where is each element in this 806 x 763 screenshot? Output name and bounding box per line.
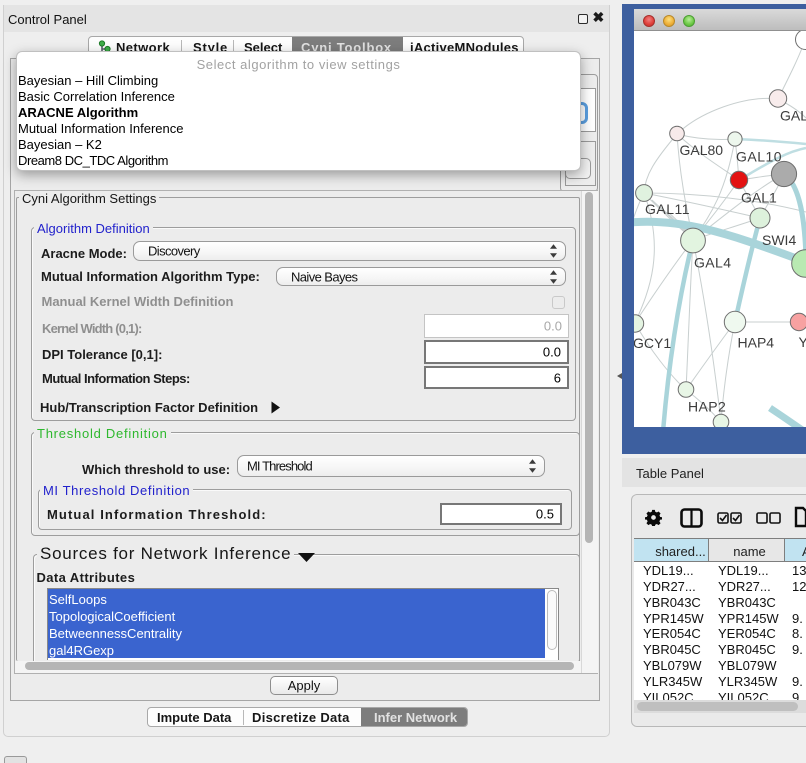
svg-text:GAL80: GAL80 xyxy=(680,142,724,158)
svg-text:HAP4: HAP4 xyxy=(738,335,775,351)
svg-text:GAL11: GAL11 xyxy=(645,201,690,217)
svg-text:GAL10: GAL10 xyxy=(736,149,782,165)
svg-text:GAL4: GAL4 xyxy=(694,255,731,271)
svg-text:YEL: YEL xyxy=(799,334,806,350)
svg-text:GAL7: GAL7 xyxy=(780,108,806,124)
svg-text:SWI4: SWI4 xyxy=(762,232,796,248)
svg-text:GAL1: GAL1 xyxy=(741,190,777,206)
svg-text:GCY1: GCY1 xyxy=(634,335,671,351)
svg-text:HAP2: HAP2 xyxy=(688,399,726,415)
